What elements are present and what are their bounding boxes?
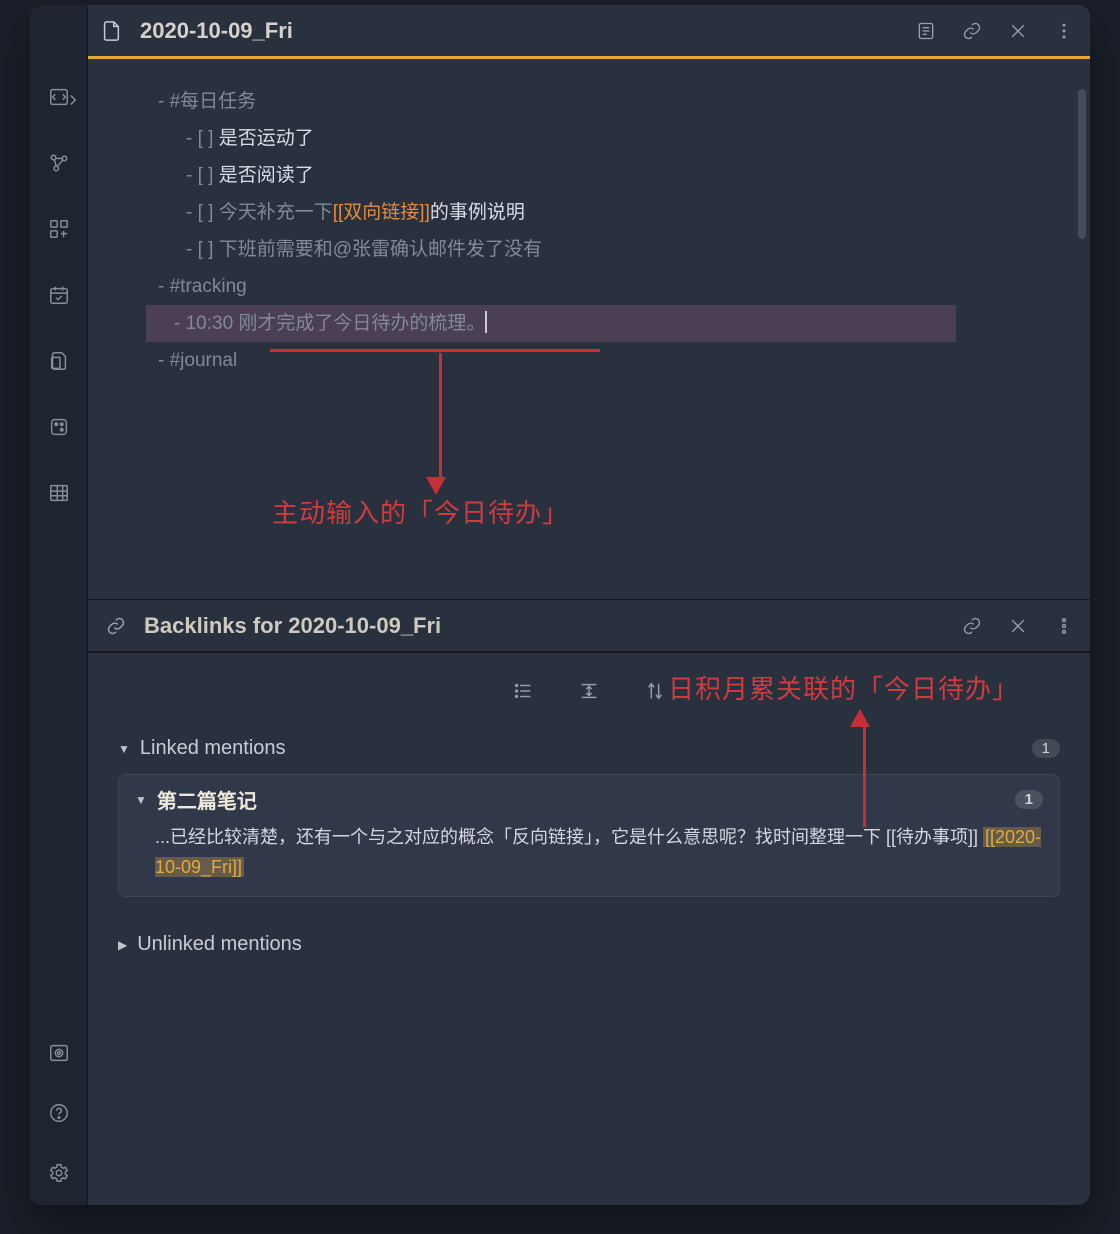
- annotation-arrow-down-icon: [434, 353, 446, 495]
- link-icon[interactable]: [962, 616, 982, 636]
- linked-mentions-label: Linked mentions: [140, 737, 286, 760]
- more-icon[interactable]: [1054, 21, 1074, 41]
- help-icon[interactable]: [47, 1101, 71, 1125]
- vault-icon[interactable]: [47, 1041, 71, 1065]
- cursor-icon: [485, 311, 487, 333]
- triangle-right-icon: ▶: [118, 938, 127, 952]
- show-context-icon[interactable]: [578, 680, 600, 702]
- result-header[interactable]: ▼ 第二篇笔记 1: [135, 785, 1043, 814]
- backlinks-pane: 日积月累关联的「今日待办」 ▼ Linked mentions 1 ▼ 第二篇笔…: [88, 653, 1090, 1205]
- result-title: 第二篇笔记: [157, 785, 257, 814]
- sort-icon[interactable]: [644, 680, 666, 702]
- close-icon[interactable]: [1008, 21, 1028, 41]
- linked-mentions-header[interactable]: ▼ Linked mentions 1: [118, 737, 1060, 760]
- random-note-icon[interactable]: [47, 415, 71, 439]
- main-column: 2020-10-09_Fri - #每日任务 - [ ] 是否运动了 -: [88, 5, 1090, 1205]
- collapse-list-icon[interactable]: [512, 680, 534, 702]
- note-title: 2020-10-09_Fri: [140, 18, 916, 44]
- scrollbar[interactable]: [1078, 89, 1086, 239]
- tag-daily[interactable]: #每日任务: [170, 91, 257, 112]
- link-icon: [106, 616, 126, 636]
- highlighted-line[interactable]: - 10:30 刚才完成了今日待办的梳理。: [146, 305, 956, 342]
- note-tab-header: 2020-10-09_Fri: [88, 5, 1090, 59]
- backlinks-actions: [962, 616, 1074, 636]
- table-icon[interactable]: [47, 481, 71, 505]
- unlinked-mentions-label: Unlinked mentions: [137, 933, 302, 956]
- tag-tracking[interactable]: #tracking: [170, 276, 247, 297]
- graph-view-icon[interactable]: [47, 151, 71, 175]
- task-item[interactable]: - [ ] 是否阅读了: [158, 157, 1050, 194]
- link-icon[interactable]: [962, 21, 982, 41]
- tab-actions: [916, 21, 1074, 41]
- task-item[interactable]: - [ ] 今天补充一下[[双向链接]]的事例说明: [158, 194, 1050, 231]
- triangle-down-icon: ▼: [135, 793, 147, 807]
- count-badge: 1: [1032, 739, 1060, 758]
- tag-journal[interactable]: #journal: [170, 350, 238, 371]
- close-icon[interactable]: [1008, 616, 1028, 636]
- annotation-label: 主动输入的「今日待办」: [272, 495, 569, 532]
- annotation-arrow-up-icon: [858, 709, 870, 827]
- left-rail: [30, 5, 88, 1205]
- expand-sidebar-handle[interactable]: [64, 91, 82, 114]
- annotation-label: 日积月累关联的「今日待办」: [668, 669, 1019, 706]
- count-badge: 1: [1015, 790, 1043, 809]
- rail-bottom-group: [47, 1041, 71, 1185]
- app-frame: 2020-10-09_Fri - #每日任务 - [ ] 是否运动了 -: [30, 5, 1090, 1205]
- editor-pane[interactable]: - #每日任务 - [ ] 是否运动了 - [ ] 是否阅读了 - [ ] 今天…: [88, 59, 1090, 599]
- templates-icon[interactable]: [47, 349, 71, 373]
- more-icon[interactable]: [1054, 616, 1074, 636]
- wikilink[interactable]: [[双向链接]]: [333, 202, 430, 223]
- backlink-result[interactable]: ▼ 第二篇笔记 1 ...已经比较清楚，还有一个与之对应的概念「反向链接」，它是…: [118, 774, 1060, 897]
- file-icon: [100, 18, 122, 44]
- result-snippet[interactable]: ...已经比较清楚，还有一个与之对应的概念「反向链接」，它是什么意思呢？找时间整…: [135, 822, 1043, 882]
- backlinks-title: Backlinks for 2020-10-09_Fri: [144, 613, 962, 639]
- linked-mentions-section: ▼ Linked mentions 1 ▼ 第二篇笔记 1 ...已经比较清楚，…: [118, 737, 1060, 897]
- preview-icon[interactable]: [916, 21, 936, 41]
- backlinks-toolbar: 日积月累关联的「今日待办」: [118, 671, 1060, 711]
- unlinked-mentions-section: ▶ Unlinked mentions: [118, 933, 1060, 956]
- task-item[interactable]: - [ ] 下班前需要和@张雷确认邮件发了没有: [158, 231, 1050, 268]
- plugins-icon[interactable]: [47, 217, 71, 241]
- triangle-down-icon: ▼: [118, 742, 130, 756]
- task-item[interactable]: - [ ] 是否运动了: [158, 120, 1050, 157]
- annotation-underline: [270, 349, 600, 352]
- backlinks-header: Backlinks for 2020-10-09_Fri: [88, 599, 1090, 653]
- daily-note-icon[interactable]: [47, 283, 71, 307]
- unlinked-mentions-header[interactable]: ▶ Unlinked mentions: [118, 933, 1060, 956]
- settings-icon[interactable]: [47, 1161, 71, 1185]
